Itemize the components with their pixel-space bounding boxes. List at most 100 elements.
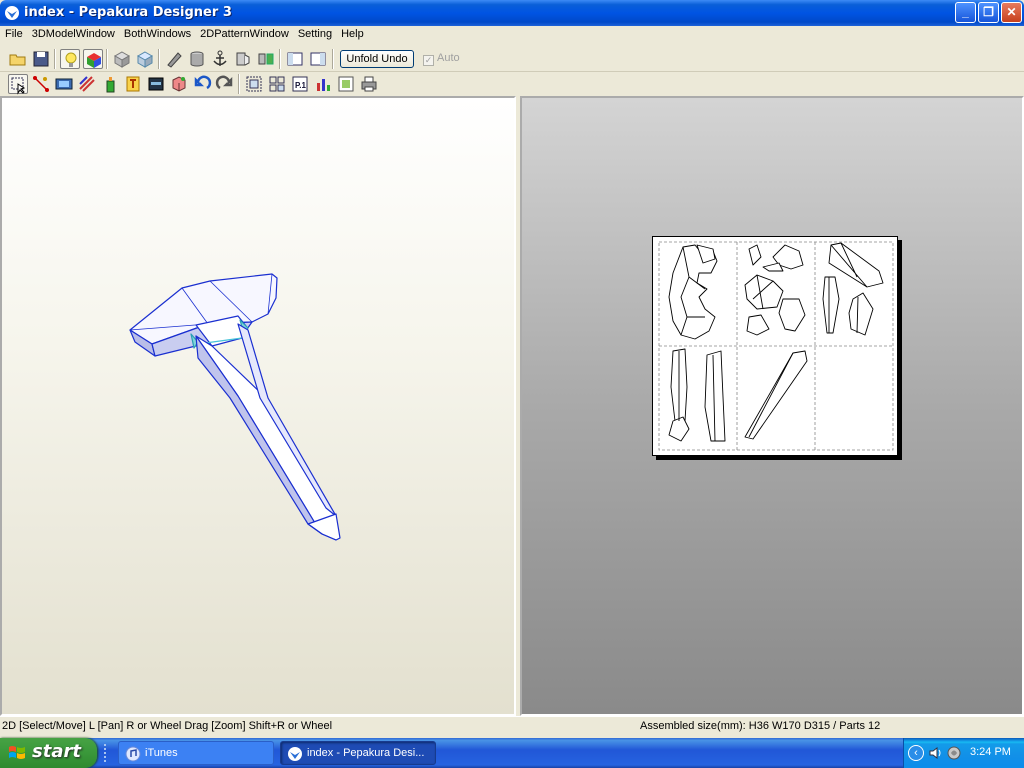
window-split-icon [310, 52, 326, 66]
flap-button[interactable] [233, 49, 253, 69]
lines-icon [79, 76, 95, 92]
2d-pattern-window[interactable] [520, 96, 1024, 716]
unfolded-parts-layout[interactable] [653, 237, 899, 457]
folder-open-icon [9, 54, 26, 66]
page-number-icon: P.1 [292, 76, 308, 92]
pepakura-icon [288, 747, 302, 761]
preview-icon [338, 76, 354, 92]
glue-bottle-icon [106, 77, 115, 93]
menu-file[interactable]: File [0, 26, 27, 40]
taskbar-item-pepakura[interactable]: index - Pepakura Desi... [280, 741, 436, 765]
grid-parts-icon [269, 76, 285, 92]
start-button[interactable]: start [0, 738, 97, 768]
close-button[interactable]: ✕ [1001, 2, 1022, 23]
3d-model-window[interactable] [0, 96, 516, 716]
image-icon [148, 77, 164, 91]
page-number-label: P.1 [295, 81, 307, 90]
minimize-button[interactable]: _ [955, 2, 976, 23]
menu-both-windows[interactable]: BothWindows [119, 26, 195, 40]
system-tray: ‹ 3:24 PM [903, 738, 1024, 768]
toolbar-separator [158, 49, 160, 69]
taskbar-item-label: index - Pepakura Desi... [307, 747, 425, 759]
select-tool-button[interactable] [8, 74, 28, 95]
arrange-button[interactable] [244, 74, 264, 94]
edit-vertex-button[interactable] [31, 74, 51, 94]
texture-toggle-button[interactable] [83, 49, 103, 69]
chevron-left-icon: ‹ [914, 747, 918, 759]
auto-label: Auto [437, 52, 460, 64]
layout-button[interactable] [313, 74, 333, 94]
network-icon[interactable] [946, 745, 962, 761]
open-button[interactable] [8, 49, 28, 69]
image-button[interactable] [146, 74, 166, 94]
status-hint: 2D [Select/Move] L [Pan] R or Wheel Drag… [2, 720, 333, 732]
window-title: index - Pepakura Designer 3 [24, 5, 232, 20]
edit-edges-button[interactable] [164, 49, 184, 69]
text-button[interactable] [123, 74, 143, 94]
pencil-icon [167, 52, 182, 68]
vertex-edit-icon [33, 76, 49, 92]
pattern-sheet[interactable] [652, 236, 898, 456]
menu-setting[interactable]: Setting [293, 26, 336, 40]
bar-chart-icon [317, 79, 330, 91]
toolbar-separator [238, 74, 240, 94]
auto-checkbox[interactable]: ✓ Auto [423, 52, 460, 66]
status-bar: 2D [Select/Move] L [Pan] R or Wheel Drag… [0, 716, 1024, 736]
anchor-button[interactable] [210, 49, 230, 69]
redo-icon [215, 75, 233, 90]
box-gray-icon [113, 51, 131, 68]
anchor-icon [213, 50, 227, 66]
menu-help[interactable]: Help [336, 26, 368, 40]
show-faces-button[interactable] [112, 49, 132, 69]
quick-launch-grip[interactable] [104, 744, 112, 762]
paper-button[interactable] [54, 74, 74, 94]
redo-button[interactable] [215, 74, 235, 94]
box-blue-icon [136, 51, 154, 68]
join-button[interactable] [256, 49, 276, 69]
show-edges-button[interactable] [135, 49, 155, 69]
restore-icon: ❐ [983, 5, 994, 19]
unfold-undo-button[interactable]: Unfold Undo [340, 50, 414, 68]
arrange-parts-icon [246, 76, 262, 92]
toolbar-separator [54, 49, 56, 69]
taskbar-item-itunes[interactable]: iTunes [118, 741, 274, 765]
minimize-icon: _ [962, 5, 969, 19]
light-toggle-button[interactable] [60, 49, 80, 69]
menu-3d-model-window[interactable]: 3DModelWindow [27, 26, 119, 40]
edit-lines-button[interactable] [77, 74, 97, 94]
join-parts-icon [258, 53, 274, 65]
clock[interactable]: 3:24 PM [970, 746, 1011, 758]
menu-bar: File 3DModelWindow BothWindows 2DPatternWin… [0, 26, 1024, 45]
color-cube-icon [87, 53, 101, 68]
cylinder-icon [190, 51, 204, 67]
window-single-icon [287, 52, 303, 66]
pepakura-app-icon [5, 6, 19, 20]
print-button[interactable] [359, 74, 379, 94]
start-label: start [32, 741, 81, 762]
box-color-icon [172, 76, 186, 92]
page-setup-button[interactable]: P.1 [290, 74, 310, 94]
glue-button[interactable] [100, 74, 120, 94]
texture-button[interactable] [169, 74, 189, 94]
cylinder-button[interactable] [187, 49, 207, 69]
show-hidden-icons-button[interactable]: ‹ [908, 745, 924, 761]
single-pane-button[interactable] [285, 49, 305, 69]
volume-icon[interactable] [928, 745, 944, 761]
toolbar-separator [106, 49, 108, 69]
windows-flag-icon [9, 746, 25, 759]
lightbulb-icon [65, 52, 77, 67]
undo-button[interactable] [192, 74, 212, 94]
split-pane-button[interactable] [308, 49, 328, 69]
save-button[interactable] [31, 49, 51, 69]
auto-arrange-button[interactable] [267, 74, 287, 94]
save-icon [33, 51, 49, 67]
toolbar-separator [332, 49, 334, 69]
select-arrow-icon [11, 77, 26, 95]
restore-button[interactable]: ❐ [978, 2, 999, 23]
hammer-3d-model[interactable] [2, 98, 514, 714]
taskbar: start iTunes index - Pepakura Desi... ‹ … [0, 738, 1024, 768]
text-frame-icon [126, 76, 140, 92]
preview-button[interactable] [336, 74, 356, 94]
menu-2d-pattern-window[interactable]: 2DPatternWindow [195, 26, 293, 40]
pattern-toolbar: P.1 [0, 72, 1024, 96]
